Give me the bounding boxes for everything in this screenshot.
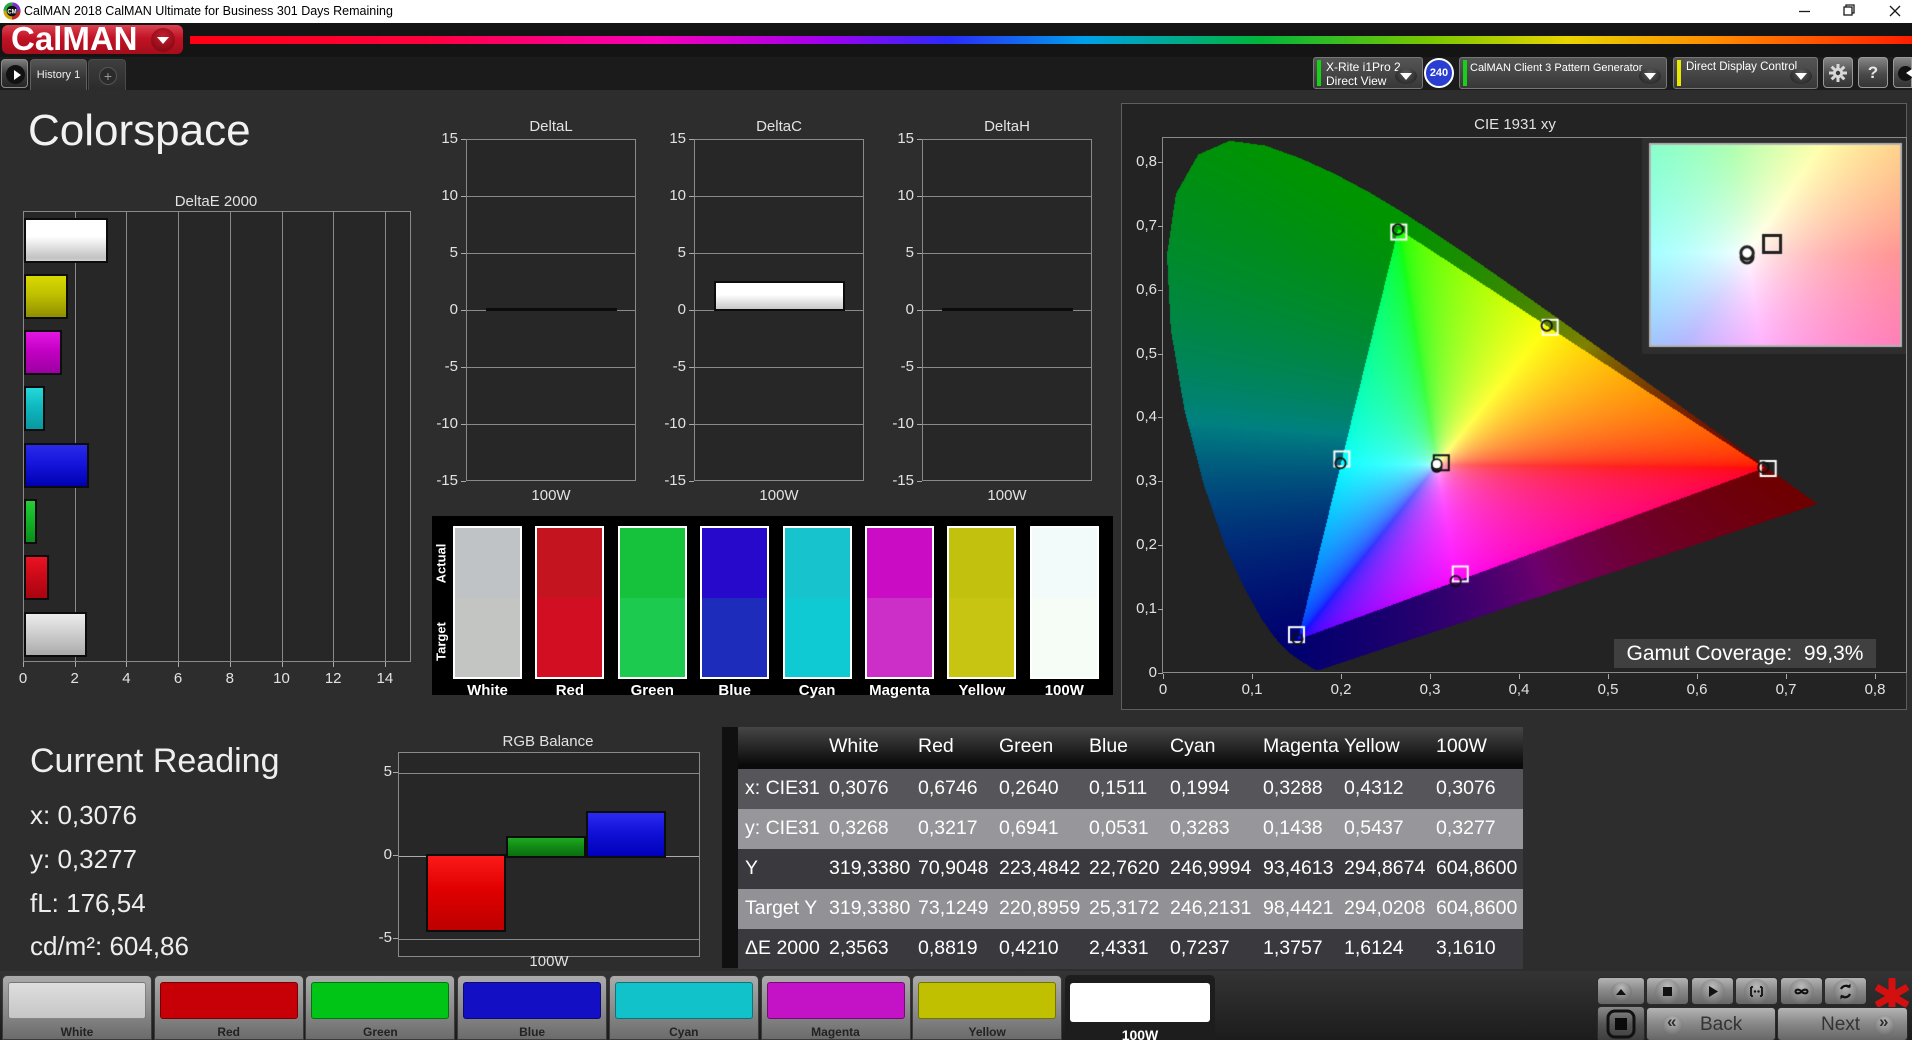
svg-text:CM: CM (7, 9, 16, 15)
